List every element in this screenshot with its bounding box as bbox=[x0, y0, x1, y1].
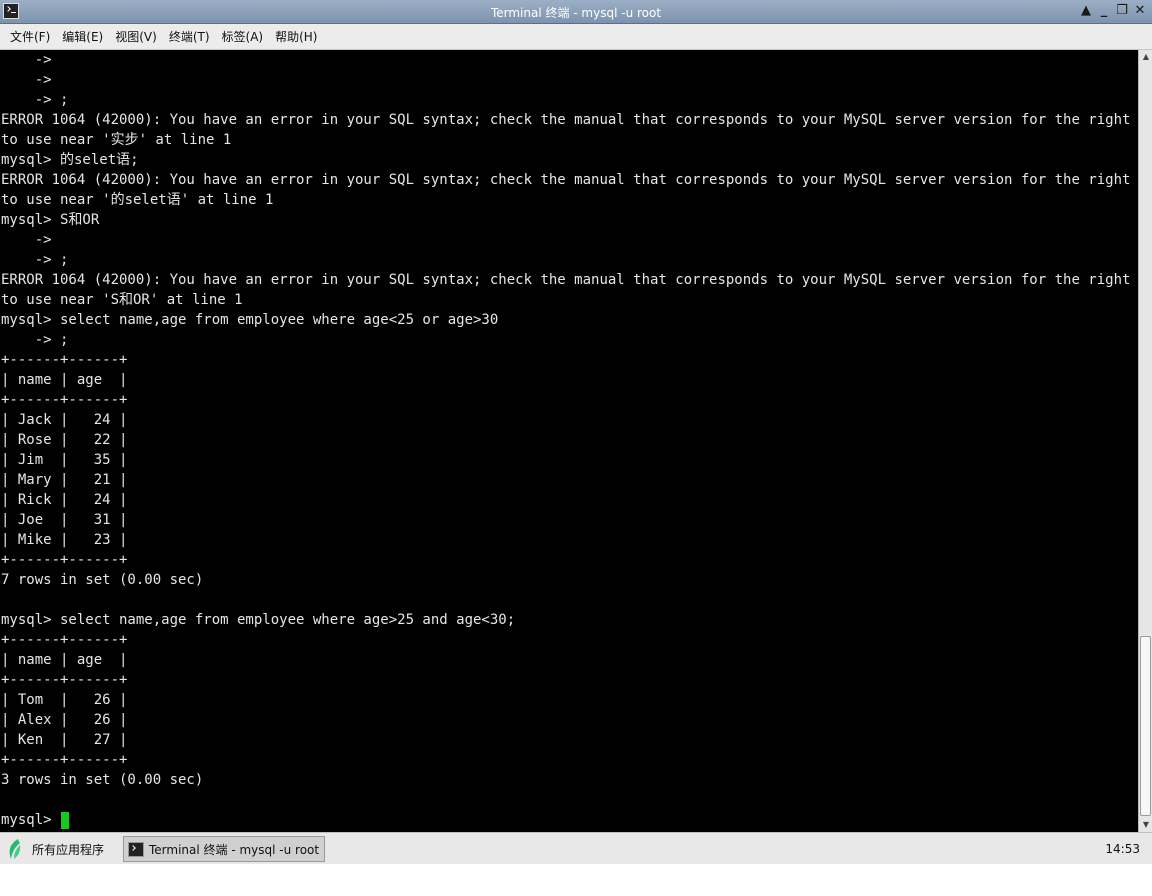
terminal-line: | Joe | 31 | bbox=[1, 512, 128, 528]
terminal-line: to use near 'S和OR' at line 1 bbox=[1, 292, 243, 308]
applications-menu-button[interactable]: 所有应用程序 bbox=[6, 836, 104, 862]
menu-terminal[interactable]: 终端(T) bbox=[163, 24, 216, 50]
taskbar-window-label: Terminal 终端 - mysql -u root bbox=[149, 842, 320, 857]
terminal-line: +------+------+ bbox=[1, 392, 128, 408]
terminal-line: -> ; bbox=[1, 332, 69, 348]
terminal-line: -> ; bbox=[1, 92, 69, 108]
terminal-line: ERROR 1064 (42000): You have an error in… bbox=[1, 172, 1138, 188]
terminal-line: | Rick | 24 | bbox=[1, 492, 128, 508]
taskbar-clock[interactable]: 14:53 bbox=[1105, 842, 1140, 856]
terminal-line: ERROR 1064 (42000): You have an error in… bbox=[1, 112, 1138, 128]
terminal-line: 3 rows in set (0.00 sec) bbox=[1, 772, 204, 788]
terminal-line: -> bbox=[1, 52, 52, 68]
terminal-line: +------+------+ bbox=[1, 752, 128, 768]
terminal-icon bbox=[128, 841, 144, 857]
terminal-output-area[interactable]: -> -> -> ; ERROR 1064 (42000): You have … bbox=[0, 50, 1138, 832]
terminal-line: to use near '实步' at line 1 bbox=[1, 132, 232, 148]
terminal-line: -> bbox=[1, 232, 52, 248]
terminal-line: -> ; bbox=[1, 252, 69, 268]
terminal-line: mysql> select name,age from employee whe… bbox=[1, 312, 499, 328]
shade-button-icon[interactable]: ▲ bbox=[1078, 3, 1094, 19]
terminal-line: | Rose | 22 | bbox=[1, 432, 128, 448]
menu-help[interactable]: 帮助(H) bbox=[269, 24, 323, 50]
terminal-line: -> bbox=[1, 72, 52, 88]
scrollbar-thumb[interactable] bbox=[1140, 636, 1151, 816]
terminal-line: mysql> S和OR bbox=[1, 212, 100, 228]
terminal-line: | Mary | 21 | bbox=[1, 472, 128, 488]
menu-bar: 文件(F) 编辑(E) 视图(V) 终端(T) 标签(A) 帮助(H) bbox=[0, 24, 1152, 50]
menu-view[interactable]: 视图(V) bbox=[109, 24, 163, 50]
mysql-prompt: mysql> bbox=[1, 812, 61, 828]
terminal-line: | Ken | 27 | bbox=[1, 732, 128, 748]
terminal-line: | Jim | 35 | bbox=[1, 452, 128, 468]
terminal-line: | Alex | 26 | bbox=[1, 712, 128, 728]
window-title: Terminal 终端 - mysql -u root bbox=[490, 6, 662, 20]
terminal-line: | Jack | 24 | bbox=[1, 412, 128, 428]
menu-file[interactable]: 文件(F) bbox=[4, 24, 56, 50]
terminal-line: ERROR 1064 (42000): You have an error in… bbox=[1, 272, 1138, 288]
terminal-line: to use near '的selet语' at line 1 bbox=[1, 192, 274, 208]
scroll-up-arrow-icon[interactable]: ▲ bbox=[1140, 51, 1152, 63]
desktop-bottom-area bbox=[0, 864, 1152, 896]
terminal-lines: -> -> -> ; ERROR 1064 (42000): You have … bbox=[1, 50, 1138, 830]
terminal-line: +------+------+ bbox=[1, 552, 128, 568]
terminal-line: | Tom | 26 | bbox=[1, 692, 128, 708]
terminal-line: | Mike | 23 | bbox=[1, 532, 128, 548]
applications-menu-label: 所有应用程序 bbox=[32, 842, 105, 857]
terminal-line: mysql> select name,age from employee whe… bbox=[1, 612, 516, 628]
terminal-line: 7 rows in set (0.00 sec) bbox=[1, 572, 204, 588]
window-titlebar[interactable]: Terminal 终端 - mysql -u root ▲ _ ❐ ✕ bbox=[0, 0, 1152, 24]
terminal-scrollbar[interactable]: ▲ ▼ bbox=[1138, 50, 1152, 832]
app-launcher-leaf-icon bbox=[9, 839, 21, 859]
scroll-down-arrow-icon[interactable]: ▼ bbox=[1140, 819, 1152, 831]
terminal-line: +------+------+ bbox=[1, 632, 128, 648]
menu-edit[interactable]: 编辑(E) bbox=[56, 24, 109, 50]
terminal-prompt-line[interactable]: mysql> bbox=[1, 810, 1138, 830]
window-controls: ▲ _ ❐ ✕ bbox=[1078, 3, 1148, 19]
terminal-line: | name | age | bbox=[1, 652, 128, 668]
text-cursor bbox=[61, 811, 70, 829]
minimize-button-icon[interactable]: _ bbox=[1096, 3, 1112, 19]
maximize-button-icon[interactable]: ❐ bbox=[1114, 3, 1130, 19]
taskbar: 所有应用程序 Terminal 终端 - mysql -u root 14:53 bbox=[0, 832, 1152, 864]
terminal-line: mysql> 的selet语; bbox=[1, 152, 139, 168]
menu-tabs[interactable]: 标签(A) bbox=[216, 24, 270, 50]
taskbar-window-terminal[interactable]: Terminal 终端 - mysql -u root bbox=[123, 836, 325, 862]
close-button-icon[interactable]: ✕ bbox=[1132, 3, 1148, 19]
terminal-line: +------+------+ bbox=[1, 672, 128, 688]
terminal-line: +------+------+ bbox=[1, 352, 128, 368]
terminal-line: | name | age | bbox=[1, 372, 128, 388]
